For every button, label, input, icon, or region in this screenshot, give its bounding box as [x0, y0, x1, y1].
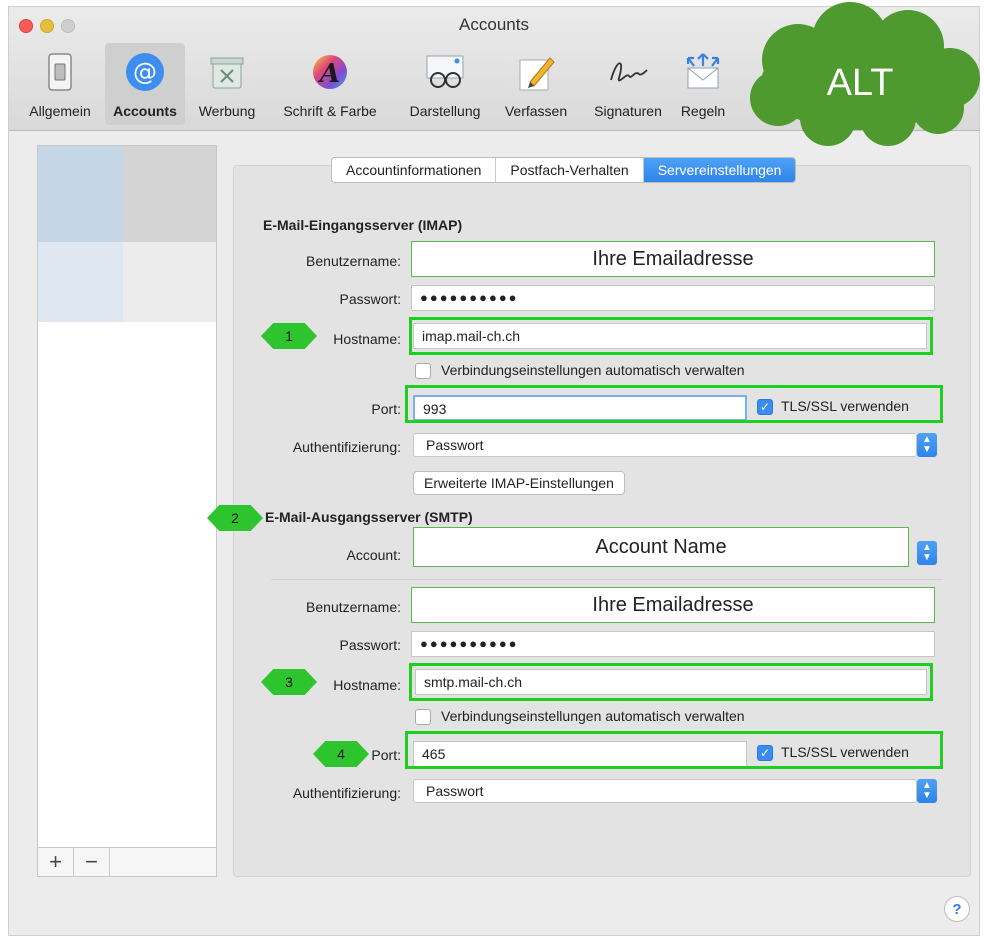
tab-accountinformationen[interactable]: Accountinformationen [332, 158, 497, 182]
section-divider [271, 579, 943, 580]
toolbar-label: Werbung [198, 103, 256, 119]
toolbar-label: Schrift & Farbe [283, 103, 377, 119]
incoming-section-title: E-Mail-Eingangsserver (IMAP) [263, 217, 463, 233]
help-button[interactable]: ? [944, 896, 970, 922]
select-arrows-icon[interactable]: ▲ ▼ [917, 541, 937, 565]
outgoing-hostname-label: Hostname: [333, 677, 401, 693]
incoming-password-field[interactable]: ●●●●●●●●●● [411, 285, 935, 311]
incoming-username-label: Benutzername: [306, 253, 401, 269]
add-account-button[interactable]: + [38, 848, 74, 876]
toolbar-item-allgemein[interactable]: Allgemein [15, 43, 105, 125]
outgoing-auto-manage-label: Verbindungseinstellungen automatisch ver… [441, 708, 745, 724]
highlight-box [405, 385, 943, 423]
rules-envelope-icon [680, 49, 726, 95]
svg-text:@: @ [133, 58, 157, 86]
toolbar-item-werbung[interactable]: Werbung [189, 43, 265, 125]
toolbar-label: Verfassen [504, 103, 568, 119]
pencil-icon [513, 49, 559, 95]
account-row[interactable] [38, 242, 216, 322]
signature-icon [605, 49, 651, 95]
incoming-auto-manage-label: Verbindungseinstellungen automatisch ver… [441, 362, 745, 378]
toolbar-item-regeln[interactable]: Regeln [673, 43, 733, 125]
toolbar-label: Regeln [680, 103, 726, 119]
svg-text:A: A [317, 59, 340, 89]
toolbar-item-accounts[interactable]: @ Accounts [105, 43, 185, 125]
toolbar-item-signaturen[interactable]: Signaturen [585, 43, 671, 125]
tab-bar: Accountinformationen Postfach-Verhalten … [331, 157, 797, 183]
remove-account-button[interactable]: − [74, 848, 110, 876]
incoming-auto-manage-checkbox[interactable] [415, 363, 431, 379]
select-arrows-icon[interactable]: ▲ ▼ [917, 779, 937, 803]
glasses-icon [422, 49, 468, 95]
outgoing-auth-select[interactable]: Passwort [413, 779, 917, 803]
outgoing-account-field[interactable]: Account Name [413, 527, 909, 567]
font-color-icon: A [307, 49, 353, 95]
highlight-box [405, 731, 943, 769]
toolbar-label: Accounts [113, 103, 177, 119]
toolbar-item-verfassen[interactable]: Verfassen [495, 43, 577, 125]
incoming-username-field[interactable]: Ihre Emailadresse [411, 241, 935, 277]
incoming-port-label: Port: [371, 401, 401, 417]
outgoing-username-label: Benutzername: [306, 599, 401, 615]
tab-postfach-verhalten[interactable]: Postfach-Verhalten [496, 158, 644, 182]
accounts-list-controls: + − [37, 847, 217, 877]
outgoing-auth-label: Authentifizierung: [292, 785, 401, 801]
junk-bin-icon [204, 49, 250, 95]
account-row-selected[interactable] [38, 146, 216, 242]
tab-servereinstellungen[interactable]: Servereinstellungen [643, 158, 796, 182]
select-arrows-icon[interactable]: ▲ ▼ [917, 433, 937, 457]
outgoing-account-label: Account: [346, 547, 401, 563]
switch-icon [37, 49, 83, 95]
highlight-box [409, 317, 933, 355]
alt-label: ALT [826, 62, 894, 104]
toolbar-label: Darstellung [409, 103, 481, 119]
advanced-imap-button[interactable]: Erweiterte IMAP-Einstellungen [413, 471, 625, 495]
toolbar-item-schrift-farbe[interactable]: A Schrift & Farbe [271, 43, 389, 125]
outgoing-auto-manage-checkbox[interactable] [415, 709, 431, 725]
toolbar-label: Allgemein [29, 103, 91, 119]
toolbar-label: Signaturen [594, 103, 662, 119]
incoming-hostname-label: Hostname: [333, 331, 401, 347]
outgoing-password-field[interactable]: ●●●●●●●●●● [411, 631, 935, 657]
incoming-auth-select[interactable]: Passwort [413, 433, 917, 457]
incoming-auth-label: Authentifizierung: [292, 439, 401, 455]
highlight-box [409, 663, 933, 701]
outgoing-username-field[interactable]: Ihre Emailadresse [411, 587, 935, 623]
incoming-password-label: Passwort: [339, 291, 401, 307]
outgoing-password-label: Passwort: [339, 637, 401, 653]
accounts-list[interactable] [37, 145, 217, 877]
toolbar-item-darstellung[interactable]: Darstellung [397, 43, 493, 125]
outgoing-section-title: E-Mail-Ausgangsserver (SMTP) [265, 509, 473, 525]
at-icon: @ [122, 49, 168, 95]
